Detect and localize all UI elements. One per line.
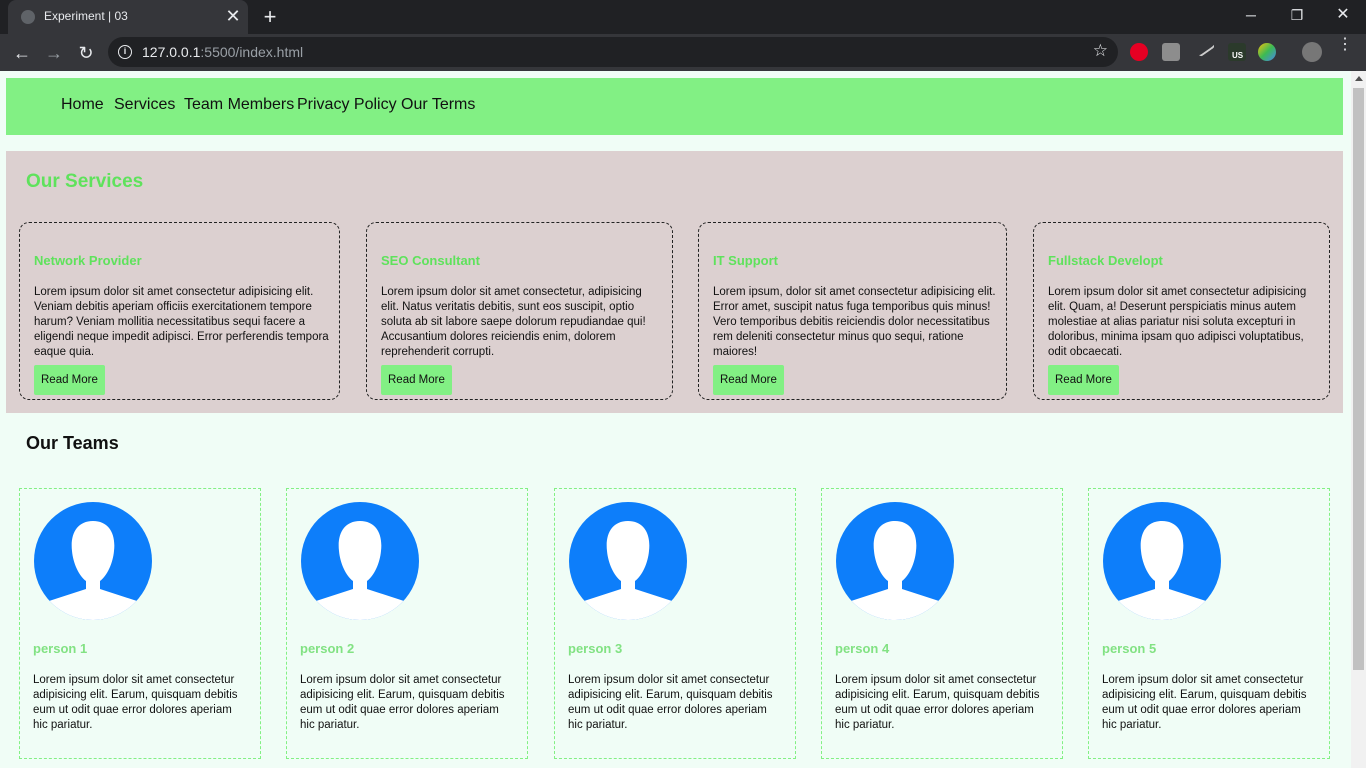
forward-icon[interactable]: →	[40, 39, 68, 67]
pen-icon[interactable]	[1194, 38, 1216, 58]
tab-strip: Experiment | 03 ✕ + ─ ❐ ✕	[0, 0, 1366, 34]
service-card: SEO Consultant Lorem ipsum dolor sit ame…	[366, 222, 673, 400]
main-nav: Home Services Team Members Privacy Polic…	[6, 78, 1343, 135]
team-card: person 5 Lorem ipsum dolor sit amet cons…	[1088, 488, 1330, 759]
user-avatar-icon	[569, 502, 687, 620]
info-icon[interactable]: i	[118, 45, 132, 59]
service-text: Lorem ipsum dolor sit amet consectetur a…	[34, 286, 329, 358]
plus-icon[interactable]: +	[258, 4, 282, 30]
window-close-icon[interactable]: ✕	[1320, 0, 1366, 30]
minimize-icon[interactable]: ─	[1228, 0, 1274, 30]
read-more-button[interactable]: Read More	[1048, 365, 1119, 395]
team-member-text: Lorem ipsum dolor sit amet consectetur a…	[568, 674, 773, 731]
nav-link-our-terms[interactable]: Our Terms	[401, 96, 475, 114]
service-title: SEO Consultant	[381, 253, 480, 268]
user-avatar-icon	[34, 502, 152, 620]
team-member-name: person 1	[33, 641, 88, 656]
team-card: person 2 Lorem ipsum dolor sit amet cons…	[286, 488, 528, 759]
services-heading: Our Services	[26, 171, 144, 192]
vertical-scrollbar[interactable]	[1351, 71, 1366, 768]
vpn-icon[interactable]: US	[1228, 43, 1246, 61]
teams-heading: Our Teams	[26, 433, 119, 453]
service-title: Fullstack Developt	[1048, 253, 1163, 268]
user-avatar-icon	[1103, 502, 1221, 620]
globe-icon	[21, 10, 35, 24]
vpn-badge: US	[1232, 51, 1244, 60]
user-avatar-icon	[301, 502, 419, 620]
team-member-name: person 2	[300, 641, 355, 656]
service-text: Lorem ipsum, dolor sit amet consectetur …	[713, 286, 996, 358]
url-text[interactable]: 127.0.0.1:5500/index.html	[142, 44, 303, 60]
browser-tab[interactable]: Experiment | 03 ✕	[8, 0, 248, 34]
star-icon[interactable]: ☆	[1093, 41, 1108, 61]
url-host: 127.0.0.1	[142, 44, 201, 60]
scrollbar-thumb[interactable]	[1353, 88, 1364, 670]
team-member-text: Lorem ipsum dolor sit amet consectetur a…	[300, 674, 505, 731]
back-icon[interactable]: ←	[8, 39, 36, 67]
team-card: person 4 Lorem ipsum dolor sit amet cons…	[821, 488, 1063, 759]
service-text: Lorem ipsum dolor sit amet consectetur, …	[381, 286, 646, 358]
read-more-button[interactable]: Read More	[713, 365, 784, 395]
maximize-icon[interactable]: ❐	[1274, 0, 1320, 30]
address-bar[interactable]: i 127.0.0.1:5500/index.html ☆	[108, 37, 1118, 67]
scroll-up-icon[interactable]	[1355, 76, 1363, 81]
team-card: person 1 Lorem ipsum dolor sit amet cons…	[19, 488, 261, 759]
service-text: Lorem ipsum dolor sit amet consectetur a…	[1048, 286, 1307, 358]
nav-link-home[interactable]: Home	[61, 96, 104, 114]
service-title: Network Provider	[34, 253, 142, 268]
team-member-name: person 5	[1102, 641, 1157, 656]
user-avatar-icon	[836, 502, 954, 620]
read-more-button[interactable]: Read More	[34, 365, 105, 395]
facebook-icon[interactable]	[1162, 43, 1180, 61]
page-viewport: Home Services Team Members Privacy Polic…	[0, 71, 1366, 768]
team-member-text: Lorem ipsum dolor sit amet consectetur a…	[835, 674, 1040, 731]
close-icon[interactable]: ✕	[223, 6, 243, 26]
pinterest-icon[interactable]	[1130, 43, 1148, 61]
nav-link-privacy-policy[interactable]: Privacy Policy	[297, 96, 397, 114]
team-member-text: Lorem ipsum dolor sit amet consectetur a…	[33, 674, 238, 731]
reload-icon[interactable]: ↻	[72, 39, 100, 67]
service-card: IT Support Lorem ipsum, dolor sit amet c…	[698, 222, 1007, 400]
service-title: IT Support	[713, 253, 778, 268]
more-vert-icon[interactable]: ⋮	[1337, 37, 1353, 53]
service-card: Network Provider Lorem ipsum dolor sit a…	[19, 222, 340, 400]
url-path: :5500/index.html	[200, 44, 304, 60]
team-member-name: person 4	[835, 641, 890, 656]
tab-title: Experiment | 03	[44, 9, 128, 23]
team-member-text: Lorem ipsum dolor sit amet consectetur a…	[1102, 674, 1307, 731]
palette-icon[interactable]	[1258, 43, 1276, 61]
team-card: person 3 Lorem ipsum dolor sit amet cons…	[554, 488, 796, 759]
browser-toolbar: ← → ↻ i 127.0.0.1:5500/index.html ☆ US ⋮	[0, 34, 1366, 71]
nav-link-team-members[interactable]: Team Members	[184, 96, 294, 114]
service-card: Fullstack Developt Lorem ipsum dolor sit…	[1033, 222, 1330, 400]
profile-avatar-icon[interactable]	[1302, 42, 1322, 62]
read-more-button[interactable]: Read More	[381, 365, 452, 395]
team-member-name: person 3	[568, 641, 623, 656]
nav-link-services[interactable]: Services	[114, 96, 175, 114]
services-section: Our Services Network Provider Lorem ipsu…	[6, 151, 1343, 413]
